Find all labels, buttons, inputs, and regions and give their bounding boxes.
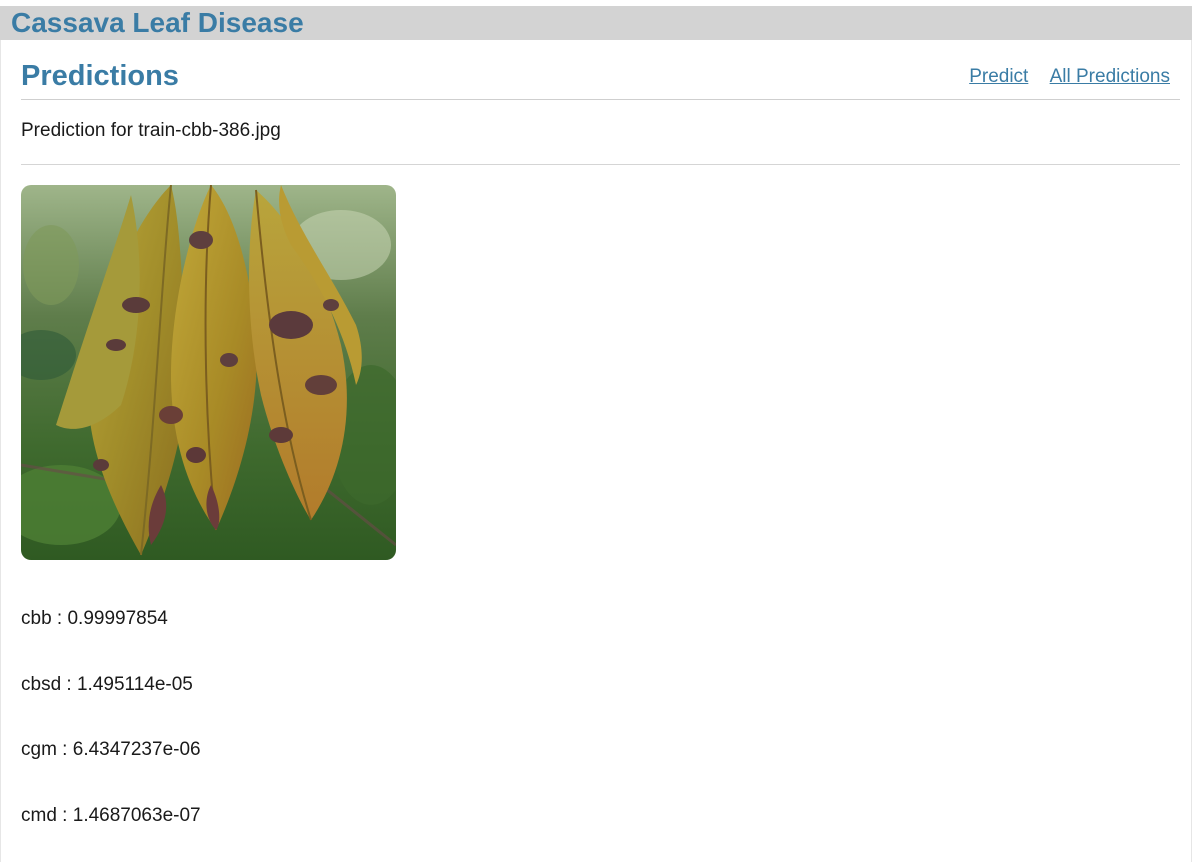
- result-cmd: cmd : 1.4687063e-07: [21, 805, 201, 826]
- result-label: cgm: [21, 739, 57, 760]
- all-predictions-link[interactable]: All Predictions: [1050, 66, 1170, 87]
- leaf-photo: [21, 185, 396, 560]
- result-value: 6.4347237e-06: [72, 739, 201, 760]
- result-cbsd: cbsd : 1.495114e-05: [21, 674, 193, 695]
- result-value: 1.495114e-05: [76, 674, 193, 695]
- top-nav: Predict All Predictions: [953, 65, 1170, 89]
- app-title: Cassava Leaf Disease: [11, 7, 304, 38]
- result-label: cbb: [21, 608, 52, 629]
- result-value: 1.4687063e-07: [72, 805, 201, 826]
- page-header: Predictions Predict All Predictions: [21, 57, 1180, 100]
- result-cgm: cgm : 6.4347237e-06: [21, 739, 201, 760]
- divider: [21, 164, 1180, 165]
- result-value: 0.99997854: [67, 608, 168, 629]
- result-cbb: cbb : 0.99997854: [21, 608, 168, 629]
- prediction-caption: Prediction for train-cbb-386.jpg: [21, 120, 281, 141]
- result-label: cbsd: [21, 674, 62, 695]
- leaf-photo-drawing: [21, 185, 396, 560]
- predict-link[interactable]: Predict: [969, 66, 1028, 87]
- page-title: Predictions: [21, 60, 179, 92]
- result-label: cmd: [21, 805, 57, 826]
- app-header: Cassava Leaf Disease: [0, 6, 1192, 40]
